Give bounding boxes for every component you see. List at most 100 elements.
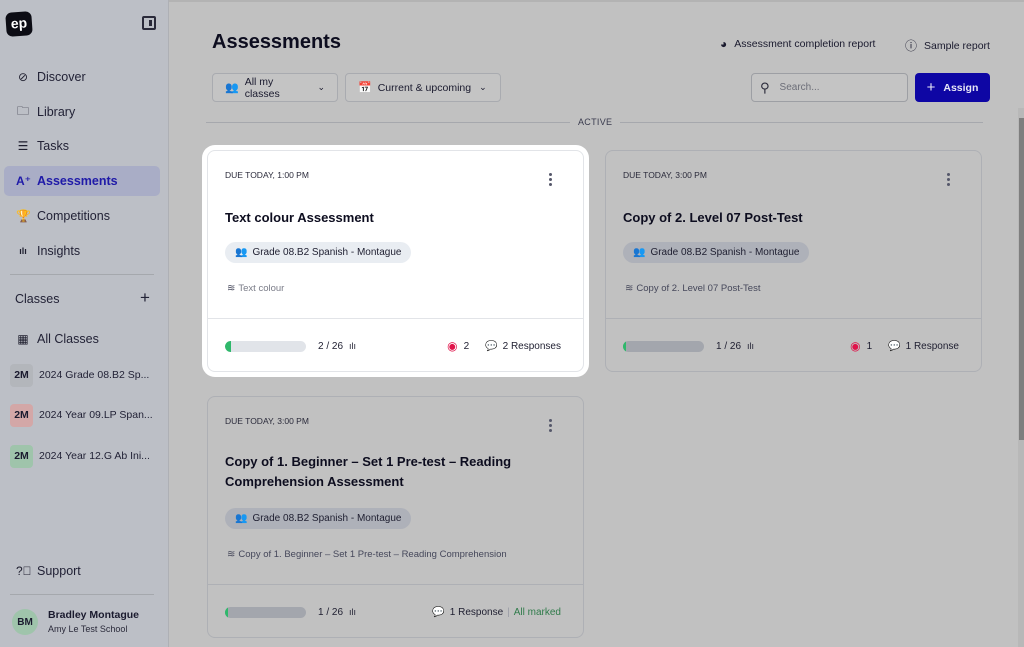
- users-icon: 👥: [633, 247, 646, 258]
- users-icon: 👥: [235, 247, 248, 258]
- sidebar-item-label: Competitions: [37, 209, 110, 223]
- assessment-card[interactable]: DUE TODAY, 3:00 PM Copy of 2. Level 07 P…: [605, 150, 982, 372]
- progress-fill: [623, 340, 627, 352]
- sidebar-item-label: Insights: [37, 244, 81, 258]
- scrollbar-thumb[interactable]: [1019, 118, 1024, 440]
- bar-chart-icon[interactable]: ılı: [747, 341, 754, 351]
- class-chip: 👥 Grade 08.B2 Spanish - Montague: [225, 242, 412, 263]
- compass-icon: ⊘: [17, 70, 29, 84]
- separator: |: [507, 606, 510, 618]
- chevron-down-icon: ⌄: [317, 82, 325, 92]
- class-chip: 👥 Grade 08.B2 Spanish - Montague: [225, 508, 412, 529]
- sidebar-item-label: All Classes: [37, 332, 99, 346]
- sidebar: ep ⊘ Discover 🗀 Library ☰ Tasks A⁺ Asses…: [0, 0, 169, 647]
- completion-count: 2 / 26: [318, 340, 344, 352]
- section-label: ACTIVE: [578, 117, 613, 127]
- assessment-title[interactable]: Text colour Assessment: [225, 208, 555, 228]
- class-badge: 2M: [10, 403, 33, 427]
- help-icon: ?⃝: [16, 564, 32, 578]
- sample-report-link[interactable]: ⓘ Sample report: [905, 37, 990, 54]
- sidebar-item-competitions[interactable]: 🏆 Competitions: [4, 201, 160, 231]
- sidebar-item-discover[interactable]: ⊘ Discover: [4, 62, 160, 92]
- responses-link[interactable]: 2 Responses: [503, 341, 561, 352]
- completion-count: 1 / 26: [716, 340, 742, 352]
- bar-chart-icon[interactable]: ılı: [349, 607, 356, 617]
- section-divider: [206, 122, 570, 123]
- sidebar-item-assessments[interactable]: A⁺ Assessments: [4, 166, 160, 196]
- more-options-icon[interactable]: [549, 419, 553, 434]
- dropdown-label: Current & upcoming: [377, 81, 472, 94]
- bar-chart-icon[interactable]: ılı: [349, 341, 356, 351]
- trophy-icon: 🏆: [16, 209, 31, 223]
- completion-progress-bar: [623, 340, 704, 352]
- eye-icon: ◉: [447, 339, 458, 353]
- assessment-title[interactable]: Copy of 1. Beginner – Set 1 Pre-test – R…: [225, 452, 555, 492]
- tasks-icon: ☰: [17, 139, 29, 153]
- sidebar-item-tasks[interactable]: ☰ Tasks: [4, 131, 160, 161]
- sidebar-item-label: Library: [37, 105, 76, 119]
- assign-label: Assign: [943, 81, 979, 94]
- sidebar-item-label: Assessments: [37, 174, 118, 188]
- more-options-icon[interactable]: [947, 173, 951, 188]
- responses-link[interactable]: 1 Response: [906, 341, 959, 352]
- sidebar-item-all-classes[interactable]: ▦ All Classes: [4, 324, 160, 354]
- add-class-button[interactable]: +: [140, 288, 150, 308]
- avatar[interactable]: BM: [12, 609, 38, 635]
- assessment-card[interactable]: DUE TODAY, 3:00 PM Copy of 1. Beginner –…: [207, 396, 584, 638]
- card-footer: 1 / 26 ılı 💬 1 Response | All marked: [225, 605, 561, 619]
- class-item[interactable]: 2M 2024 Year 12.G Ab Ini...: [10, 444, 150, 468]
- class-item[interactable]: 2M 2024 Grade 08.B2 Sp...: [10, 363, 149, 387]
- layers-icon: ≋: [625, 283, 634, 294]
- class-item[interactable]: 2M 2024 Year 09.LP Span...: [10, 403, 153, 427]
- source-resource: ≋ Copy of 2. Level 07 Post-Test: [625, 283, 760, 294]
- views-count[interactable]: 1: [867, 341, 873, 352]
- classes-filter-dropdown[interactable]: 👥 All my classes ⌄: [212, 73, 338, 102]
- class-badge: 2M: [10, 363, 33, 387]
- assign-button[interactable]: + Assign: [915, 73, 990, 102]
- sidebar-item-label: Support: [37, 564, 81, 578]
- users-icon: 👥: [235, 513, 248, 524]
- sidebar-item-support[interactable]: ?⃝ Support: [4, 556, 160, 586]
- search-field[interactable]: ⚲: [751, 73, 908, 102]
- page-title: Assessments: [212, 31, 341, 53]
- link-label: Sample report: [924, 39, 990, 52]
- sidebar-item-insights[interactable]: ılı Insights: [4, 236, 160, 266]
- search-input[interactable]: [779, 82, 890, 93]
- period-filter-dropdown[interactable]: 📅 Current & upcoming ⌄: [345, 73, 501, 102]
- assessment-completion-report-link[interactable]: ◕ Assessment completion report: [720, 37, 875, 51]
- sidebar-item-label: Discover: [37, 70, 86, 84]
- collapse-sidebar-icon[interactable]: [142, 16, 156, 30]
- class-name: 2024 Grade 08.B2 Sp...: [39, 369, 150, 381]
- responses-link[interactable]: 1 Response: [450, 607, 503, 618]
- card-divider: [208, 584, 583, 585]
- assessment-card[interactable]: DUE TODAY, 1:00 PM Text colour Assessmen…: [207, 150, 584, 372]
- plus-icon: +: [926, 79, 936, 96]
- assessment-icon: A⁺: [16, 174, 31, 188]
- source-resource: ≋ Copy of 1. Beginner – Set 1 Pre-test –…: [227, 549, 507, 560]
- due-date: DUE TODAY, 3:00 PM: [623, 170, 707, 180]
- layers-icon: ≋: [227, 549, 236, 560]
- layers-icon: ≋: [227, 283, 236, 294]
- due-date: DUE TODAY, 3:00 PM: [225, 416, 309, 426]
- info-icon: ⓘ: [905, 39, 918, 53]
- class-chip-label: Grade 08.B2 Spanish - Montague: [650, 247, 800, 258]
- user-name: Bradley Montague: [48, 609, 140, 621]
- class-name: 2024 Year 12.G Ab Ini...: [39, 450, 150, 462]
- source-label: Text colour: [238, 283, 285, 294]
- class-chip: 👥 Grade 08.B2 Spanish - Montague: [623, 242, 810, 263]
- chat-icon: 💬: [888, 340, 901, 352]
- due-date: DUE TODAY, 1:00 PM: [225, 170, 309, 180]
- more-options-icon[interactable]: [549, 173, 553, 188]
- progress-fill: [225, 340, 232, 352]
- source-resource: ≋ Text colour: [227, 283, 284, 294]
- sidebar-item-label: Tasks: [37, 139, 69, 153]
- ep-logo[interactable]: ep: [5, 11, 33, 37]
- progress-fill: [225, 606, 229, 618]
- assessment-title[interactable]: Copy of 2. Level 07 Post-Test: [623, 208, 953, 228]
- views-count[interactable]: 2: [464, 341, 470, 352]
- user-school: Amy Le Test School: [48, 624, 128, 634]
- class-chip-label: Grade 08.B2 Spanish - Montague: [252, 513, 402, 524]
- folder-icon: 🗀: [16, 103, 29, 118]
- bar-chart-icon: ılı: [19, 246, 27, 256]
- sidebar-item-library[interactable]: 🗀 Library: [4, 97, 160, 127]
